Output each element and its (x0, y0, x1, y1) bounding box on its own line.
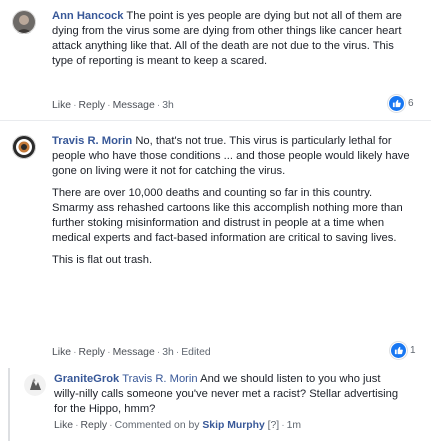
reply-link[interactable]: Reply (79, 347, 106, 358)
reply-author[interactable]: GraniteGrok (54, 373, 119, 385)
avatar[interactable] (12, 10, 36, 34)
like-link[interactable]: Like (52, 347, 71, 358)
divider (0, 120, 431, 121)
reply-thread-line (8, 368, 10, 441)
reaction-count[interactable]: 6 (388, 95, 414, 112)
like-link[interactable]: Like (52, 100, 71, 111)
reply-body: GraniteGrok Travis R. Morin And we shoul… (54, 372, 404, 417)
message-link[interactable]: Message (113, 347, 155, 358)
comment-body: Ann Hancock The point is yes people are … (52, 9, 410, 69)
timestamp[interactable]: 1m (287, 420, 301, 431)
reaction-count[interactable]: 1 (390, 342, 416, 359)
reply-actions: Like · Reply · Commented on by Skip Murphy [… (54, 420, 302, 431)
help-marker[interactable]: [?] (268, 420, 280, 431)
comment-paragraph: There are over 10,000 deaths and countin… (52, 187, 403, 244)
comment-actions: Like · Reply · Message · 3h (52, 100, 174, 111)
like-link[interactable]: Like (54, 420, 73, 431)
comment-author[interactable]: Ann Hancock (52, 10, 124, 22)
commenter-name-link[interactable]: Skip Murphy (202, 420, 264, 431)
timestamp[interactable]: 3h (162, 347, 174, 358)
comment-body: Travis R. Morin No, that's not true. Thi… (52, 134, 410, 275)
comment-actions: Like · Reply · Message · 3h · Edited (52, 347, 211, 358)
comment-author[interactable]: Travis R. Morin (52, 135, 132, 147)
message-link[interactable]: Message (113, 100, 155, 111)
edited-label[interactable]: Edited (181, 347, 210, 358)
avatar[interactable] (24, 374, 46, 396)
comment-paragraph: Travis R. Morin No, that's not true. Thi… (52, 134, 410, 179)
thumbs-up-icon (388, 95, 405, 112)
mention-link[interactable]: Travis R. Morin (122, 373, 197, 385)
thumbs-up-icon (390, 342, 407, 359)
reaction-number: 1 (410, 345, 416, 356)
reply-link[interactable]: Reply (81, 420, 108, 431)
reaction-number: 6 (408, 98, 414, 109)
reply-link[interactable]: Reply (79, 100, 106, 111)
commented-on-by-label: Commented on by (114, 420, 200, 431)
timestamp[interactable]: 3h (162, 100, 174, 111)
avatar[interactable] (12, 135, 36, 159)
comment-paragraph: This is flat out trash. (52, 254, 153, 266)
